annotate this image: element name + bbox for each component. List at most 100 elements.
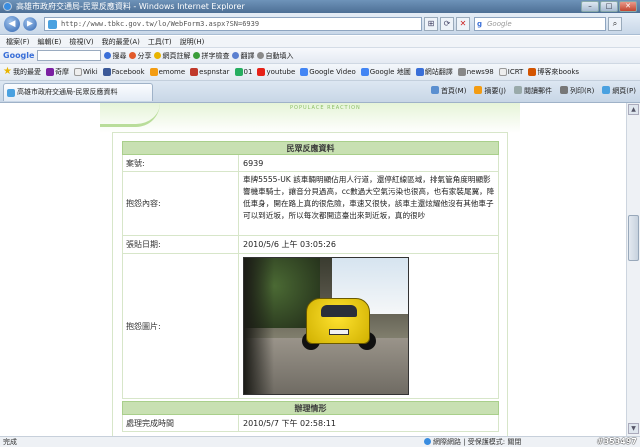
tab-title: 高雄市政府交通局-民眾反應資料: [17, 88, 118, 96]
photo-car-windshield: [321, 305, 357, 317]
table-row: 張貼日期: 2010/5/6 上午 03:05:26: [122, 236, 499, 254]
home-button[interactable]: 首頁(M): [430, 86, 466, 96]
table-row: 抱怨內容: 車牌5555-UK 該車輛明顯佔用人行道，還停紅線區域，排氣管角度明…: [122, 172, 499, 236]
complaint-image-cell: [240, 254, 499, 398]
star-icon: ★: [3, 66, 12, 77]
case-number-label: 案號:: [123, 155, 239, 171]
google-translate-button[interactable]: 翻譯: [232, 51, 254, 61]
youtube-icon: [257, 68, 266, 76]
complaint-content-value: 車牌5555-UK 該車輛明顯佔用人行道，還停紅線區域，排氣管角度明顯影響機車騎…: [243, 175, 495, 220]
google-search-button[interactable]: 搜尋: [104, 51, 126, 61]
fav-translate[interactable]: 網站翻譯: [415, 67, 453, 77]
print-button[interactable]: 列印(R): [559, 86, 594, 96]
close-button[interactable]: ✕: [619, 1, 637, 12]
globe-icon: [424, 438, 431, 445]
menu-edit[interactable]: 編輯(E): [36, 36, 64, 47]
translate-icon: [232, 51, 240, 59]
menu-favorites[interactable]: 我的最愛(A): [100, 36, 142, 47]
vertical-scrollbar[interactable]: ▲ ▼: [626, 103, 640, 436]
menu-file[interactable]: 檔案(F): [4, 36, 32, 47]
back-button[interactable]: ◀: [4, 16, 20, 32]
mail-icon: [513, 86, 522, 94]
fav-wiki[interactable]: Wiki: [73, 68, 98, 76]
google-toolbar: Google 搜尋 分享 網頁註解 拼字檢查 翻譯 自動填入: [0, 48, 640, 64]
fav-espnstar[interactable]: espnstar: [190, 68, 230, 76]
status-text: 完成: [3, 438, 17, 446]
search-input[interactable]: g Google: [474, 17, 606, 31]
autofill-icon: [257, 51, 265, 59]
tab-active[interactable]: 高雄市政府交通局-民眾反應資料: [3, 83, 153, 101]
google-logo: Google: [3, 51, 35, 60]
scroll-thumb[interactable]: [628, 215, 639, 261]
minimize-button[interactable]: –: [581, 1, 599, 12]
home-icon: [430, 86, 439, 94]
google-autofill-button[interactable]: 自動填入: [257, 51, 293, 61]
window-titlebar: 高雄市政府交通局-民眾反應資料 - Windows Internet Explo…: [0, 0, 640, 13]
google-bookmark-button[interactable]: 網頁註解: [154, 51, 190, 61]
scroll-down-icon[interactable]: ▼: [628, 423, 639, 434]
books-icon: [528, 68, 537, 76]
banner-decoration: [100, 103, 160, 127]
page-icon: [48, 20, 57, 29]
banner-subtitle: POPULACE REACTION: [290, 105, 361, 111]
fav-facebook[interactable]: Facebook: [102, 68, 145, 76]
complaint-image-label: 抱怨圖片:: [123, 254, 239, 398]
fav-google-maps[interactable]: Google 地圖: [360, 67, 411, 77]
post-date-value: 2010/5/6 上午 03:05:26: [243, 240, 336, 249]
ie-icon: [3, 2, 12, 11]
google-icon: [360, 68, 369, 76]
table-row: 抱怨圖片:: [122, 254, 499, 399]
google-share-button[interactable]: 分享: [129, 51, 151, 61]
search-icon[interactable]: ⌕: [608, 17, 622, 31]
fav-yahoo[interactable]: 奇摩: [45, 67, 69, 77]
window-title: 高雄市政府交通局-民眾反應資料 - Windows Internet Explo…: [16, 2, 245, 11]
read-mail-button[interactable]: 閱讀郵件: [513, 86, 552, 96]
fav-youtube[interactable]: youtube: [257, 68, 295, 76]
address-input[interactable]: http://www.tbkc.gov.tw/lo/WebForm3.aspx?…: [44, 17, 422, 31]
espn-icon: [190, 68, 199, 76]
fav-01[interactable]: 01: [234, 68, 252, 76]
menu-bar: 檔案(F) 編輯(E) 檢視(V) 我的最愛(A) 工具(T) 說明(H): [0, 36, 640, 48]
fav-icrt[interactable]: ICRT: [498, 68, 523, 76]
photo-yellow-car: [306, 298, 370, 344]
record-header: 民眾反應資料: [122, 141, 499, 155]
feed-icon: [474, 86, 483, 94]
feeds-button[interactable]: 摘要(J): [474, 86, 506, 96]
favorites-bar: ★ 我的最愛 奇摩 Wiki Facebook emome espnstar 01…: [0, 64, 640, 81]
photo-car-plate: [329, 329, 349, 335]
fav-google-video[interactable]: Google Video: [300, 68, 356, 76]
forward-button[interactable]: ▶: [23, 17, 37, 31]
page-banner: POPULACE REACTION: [100, 103, 520, 133]
scroll-up-icon[interactable]: ▲: [628, 104, 639, 115]
fav-books[interactable]: 博客來books: [528, 67, 579, 77]
address-actions: ⊞ ⟳ ✕: [424, 17, 470, 31]
yahoo-icon: [45, 68, 54, 76]
compatibility-icon[interactable]: ⊞: [424, 17, 438, 31]
star-icon: [154, 51, 162, 59]
table-row: 處理完成時間 2010/5/7 下午 02:58:11: [122, 415, 499, 432]
favorites-button[interactable]: ★ 我的最愛: [3, 67, 41, 77]
translate-icon: [415, 68, 424, 76]
fav-emome[interactable]: emome: [149, 68, 185, 76]
google-search-input[interactable]: [37, 50, 102, 61]
complaint-photo[interactable]: [243, 257, 409, 395]
fav-news98[interactable]: news98: [457, 68, 494, 76]
menu-tools[interactable]: 工具(T): [146, 36, 174, 47]
google-icon: [300, 68, 309, 76]
handling-header: 辦理情形: [122, 401, 499, 415]
menu-view[interactable]: 檢視(V): [67, 36, 95, 47]
wiki-icon: [73, 68, 82, 76]
maximize-button[interactable]: □: [600, 1, 618, 12]
refresh-icon[interactable]: ⟳: [440, 17, 454, 31]
security-zone[interactable]: 網際網路 | 受保護模式: 關閉: [424, 437, 521, 447]
completion-time-value: 2010/5/7 下午 02:58:11: [243, 418, 336, 428]
google-spellcheck-button[interactable]: 拼字檢查: [193, 51, 229, 61]
stop-icon[interactable]: ✕: [456, 17, 470, 31]
news-icon: [457, 68, 466, 76]
completion-time-label: 處理完成時間: [123, 415, 239, 431]
menu-help[interactable]: 說明(H): [178, 36, 207, 47]
complaint-content-label: 抱怨內容:: [123, 172, 239, 235]
tab-row: 高雄市政府交通局-民眾反應資料 首頁(M) 摘要(J) 閱讀郵件 列印(R) 網…: [0, 81, 640, 103]
address-toolbar: ◀ ▶ http://www.tbkc.gov.tw/lo/WebForm3.a…: [0, 13, 640, 35]
page-button[interactable]: 網頁(P): [602, 86, 636, 96]
